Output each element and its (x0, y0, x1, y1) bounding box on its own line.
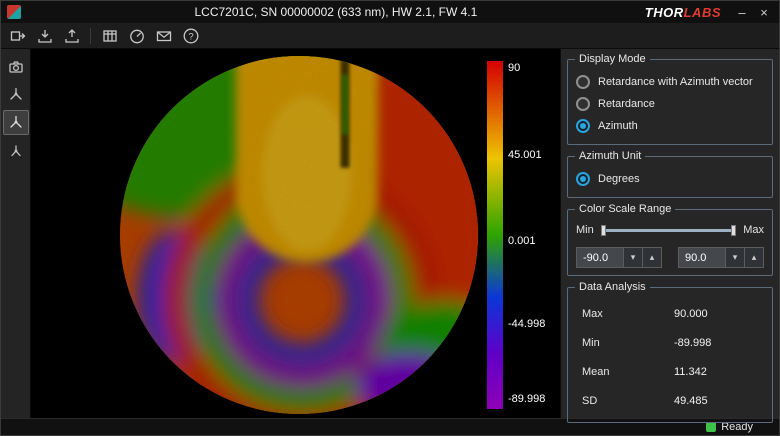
colorbar-label: 90 (508, 62, 521, 74)
radio-icon-selected[interactable] (576, 119, 590, 133)
azimuth-view-icon[interactable] (2, 110, 29, 135)
colorbar-label: -44.998 (508, 318, 546, 330)
display-mode-group: Display Mode Retardance with Azimuth vec… (567, 53, 773, 145)
window-title: LCC7201C, SN 00000002 (633 nm), HW 2.1, … (194, 5, 478, 19)
help-icon[interactable]: ? (179, 25, 202, 47)
thorlabs-logo: THORLABS (644, 4, 721, 20)
camera-icon[interactable] (3, 54, 29, 79)
min-value[interactable]: -90.0 (577, 248, 623, 267)
group-title: Display Mode (575, 53, 650, 65)
group-title: Azimuth Unit (575, 150, 646, 162)
color-scale-range-group: Color Scale Range Min Max -90.0 ▾ ▴ 90.0… (567, 203, 773, 276)
spin-down-icon[interactable]: ▾ (623, 248, 642, 267)
radio-degrees[interactable]: Degrees (576, 168, 764, 190)
colorbar-label: 0.001 (508, 235, 536, 247)
radio-icon[interactable] (576, 97, 590, 111)
max-value-spinbox[interactable]: 90.0 ▾ ▴ (678, 247, 764, 268)
close-button[interactable]: × (753, 3, 775, 21)
vector-view-icon[interactable] (3, 138, 29, 163)
left-sidebar (1, 49, 31, 418)
azimuth-false-color-image (119, 55, 479, 415)
range-slider-track[interactable] (600, 224, 737, 236)
radio-retardance[interactable]: Retardance (576, 93, 764, 115)
max-label: Max (743, 224, 764, 236)
settings-panel: Display Mode Retardance with Azimuth vec… (560, 49, 779, 423)
export-data-icon[interactable] (33, 25, 56, 47)
range-slider-row: Min Max (576, 221, 764, 239)
analysis-row-max: Max 90.000 (582, 307, 708, 320)
range-slider-min-handle[interactable] (600, 224, 606, 236)
azimuth-unit-group: Azimuth Unit Degrees (567, 150, 773, 198)
range-slider-max-handle[interactable] (731, 224, 737, 236)
radio-retardance-with-azimuth-vector[interactable]: Retardance with Azimuth vector (576, 71, 764, 93)
envelope-icon[interactable] (152, 25, 175, 47)
app-window: LCC7201C, SN 00000002 (633 nm), HW 2.1, … (0, 0, 780, 436)
colorbar (487, 61, 503, 409)
measure-icon[interactable] (6, 25, 29, 47)
image-view: 90 45.001 0.001 -44.998 -89.998 (31, 49, 560, 418)
spin-down-icon[interactable]: ▾ (725, 248, 744, 267)
min-label: Min (576, 224, 594, 236)
gauge-icon[interactable] (125, 25, 148, 47)
minimize-button[interactable]: – (731, 3, 753, 21)
content: 90 45.001 0.001 -44.998 -89.998 Display … (1, 49, 779, 423)
title-bar: LCC7201C, SN 00000002 (633 nm), HW 2.1, … (1, 1, 779, 23)
retardance-vector-view-icon[interactable] (3, 82, 29, 107)
spin-up-icon[interactable]: ▴ (744, 248, 763, 267)
radio-azimuth[interactable]: Azimuth (576, 115, 764, 137)
spin-up-icon[interactable]: ▴ (642, 248, 661, 267)
toolbar: ? (1, 23, 779, 49)
data-analysis-group: Data Analysis Max 90.000 Min -89.998 Mea… (567, 281, 773, 423)
import-data-icon[interactable] (60, 25, 83, 47)
group-title: Color Scale Range (575, 203, 676, 215)
table-view-icon[interactable] (98, 25, 121, 47)
radio-icon-selected[interactable] (576, 172, 590, 186)
analysis-row-sd: SD 49.485 (582, 394, 708, 407)
colorbar-labels: 90 45.001 0.001 -44.998 -89.998 (508, 61, 560, 409)
spinboxes: -90.0 ▾ ▴ 90.0 ▾ ▴ (576, 247, 764, 268)
analysis-row-min: Min -89.998 (582, 336, 712, 349)
colorbar-label: -89.998 (508, 393, 546, 405)
app-icon (7, 5, 21, 19)
group-title: Data Analysis (575, 281, 650, 293)
min-value-spinbox[interactable]: -90.0 ▾ ▴ (576, 247, 662, 268)
svg-text:?: ? (188, 31, 193, 42)
toolbar-separator (90, 27, 91, 44)
colorbar-label: 45.001 (508, 149, 542, 161)
max-value[interactable]: 90.0 (679, 248, 725, 267)
analysis-row-mean: Mean 11.342 (582, 365, 707, 378)
status-indicator (706, 422, 717, 432)
radio-icon[interactable] (576, 75, 590, 89)
